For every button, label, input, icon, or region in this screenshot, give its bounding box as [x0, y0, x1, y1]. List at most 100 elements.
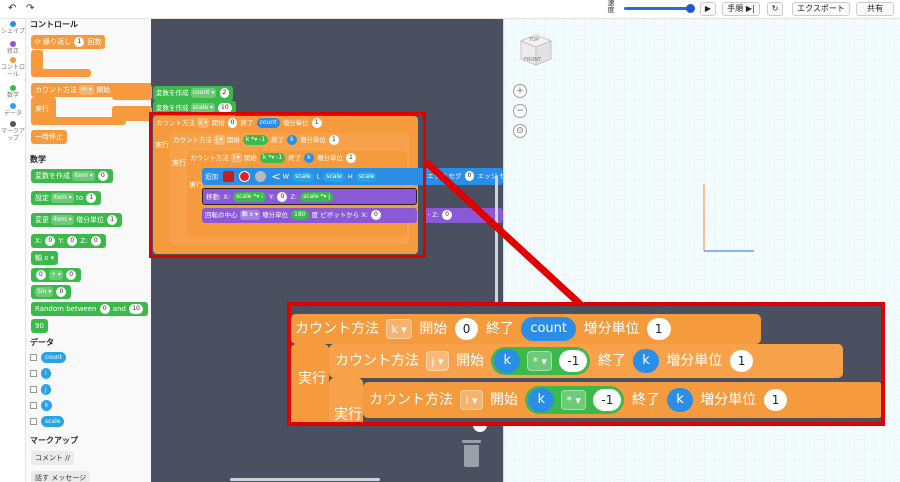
var-dropdown[interactable]: item ▾	[51, 193, 74, 203]
operator-block[interactable]: 0 + ▾ 0	[31, 268, 82, 282]
repeat-count[interactable]: 1	[74, 37, 85, 47]
category-modify[interactable]: 修正	[0, 41, 26, 55]
category-label: コントロール	[0, 64, 25, 78]
var-dropdown[interactable]: count ▾	[190, 88, 217, 98]
repeat-block[interactable]: ⟳ 繰り返し 1 回数	[31, 35, 106, 49]
block-label: カウント方法	[295, 321, 379, 337]
axis-block[interactable]: 軸 x ▾	[31, 251, 59, 265]
start-label: 開始	[96, 86, 111, 94]
reset-button[interactable]: ↻	[767, 2, 783, 16]
workspace-horizontal-scrollbar[interactable]	[230, 478, 380, 481]
value-input[interactable]: 0	[97, 171, 108, 181]
number-block[interactable]: 90	[31, 319, 48, 333]
x-input[interactable]: 0	[45, 236, 56, 246]
var-k[interactable]: k	[41, 400, 53, 411]
operator-dropdown[interactable]: + ▾	[49, 270, 64, 280]
start-expression: k * ▾ -1	[491, 347, 591, 375]
fit-view-button[interactable]: ⊙	[513, 124, 527, 138]
rotate-block-overflow: ･ Z: 0	[424, 208, 503, 223]
category-markup[interactable]: マークアップ	[0, 121, 26, 142]
redo-icon[interactable]: ↷	[26, 3, 34, 14]
start-num: -1	[593, 389, 622, 411]
start-label: 開始	[456, 353, 484, 369]
operand-a[interactable]: 0	[36, 270, 46, 280]
value-input[interactable]: 1	[107, 215, 118, 225]
var-checkbox[interactable]	[30, 418, 37, 425]
zoom-in-button[interactable]: +	[513, 84, 527, 98]
math-heading: 数学	[30, 155, 46, 164]
step-button[interactable]: 手順 ▶|	[722, 2, 760, 16]
var-dropdown[interactable]: item ▾	[72, 171, 95, 181]
loop-var-dropdown: j ▾	[426, 351, 449, 371]
share-button[interactable]: 共有	[856, 2, 894, 16]
value-input[interactable]: 1	[86, 193, 97, 203]
random-block[interactable]: Random between 0 and 10	[31, 302, 148, 316]
dropdown-value: k	[391, 323, 398, 336]
block-label: 設定	[35, 194, 49, 202]
play-icon: ▶	[704, 4, 712, 13]
zoom-callout: カウント方法 k ▾ 開始 0 終了 count 増分単位 1 実行 カウント方…	[287, 302, 885, 426]
var-i[interactable]: i	[41, 368, 51, 379]
sin-block[interactable]: Sin ▾ 0	[31, 285, 72, 299]
view-cube[interactable]: TOP FRONT	[518, 33, 554, 67]
value-input[interactable]: 2	[219, 88, 230, 98]
value-input[interactable]: 0	[99, 304, 110, 314]
undo-icon[interactable]: ↶	[8, 3, 16, 14]
speed-slider-handle[interactable]	[686, 4, 695, 13]
category-math[interactable]: 数学	[0, 85, 26, 99]
y-input[interactable]: 0	[67, 236, 78, 246]
edge-input[interactable]: 0	[464, 171, 475, 181]
comment-block[interactable]: コメント //	[31, 451, 74, 465]
create-variable-block[interactable]: 変数を作成 item ▾ 0	[31, 169, 113, 183]
zoom-outer-loop-header: カウント方法 k ▾ 開始 0 終了 count 増分単位 1	[291, 314, 761, 344]
category-label: 数学	[6, 92, 19, 99]
change-block[interactable]: 変更 item ▾ 増分単位 1	[31, 213, 123, 227]
control-dot-icon	[10, 57, 16, 63]
category-data[interactable]: データ	[0, 103, 26, 117]
var-j[interactable]: j	[41, 384, 51, 395]
operand-b[interactable]: 0	[66, 270, 77, 280]
create-count-variable-block[interactable]: 変数を作成 count ▾ 2	[153, 86, 234, 101]
end-label: 終了	[485, 321, 514, 337]
zoom-out-button[interactable]: −	[513, 104, 527, 118]
xyz-block[interactable]: X: 0 Y: 0 Z: 0	[31, 234, 106, 248]
data-dot-icon	[10, 103, 16, 109]
set-block[interactable]: 設定 item ▾ to 1	[31, 191, 102, 205]
category-shapes[interactable]: シェイプ	[0, 21, 26, 35]
end-var: k	[667, 388, 693, 412]
pivot-z-input[interactable]: 0	[442, 210, 452, 220]
var-dropdown[interactable]: item ▾	[51, 215, 74, 225]
var-checkbox[interactable]	[30, 354, 37, 361]
var-checkbox[interactable]	[30, 402, 37, 409]
z-input[interactable]: 0	[90, 236, 101, 246]
speed-label: 速度	[607, 0, 615, 14]
step-label: 増分単位	[583, 321, 640, 337]
loop-var-dropdown: k ▾	[386, 319, 412, 339]
and-label: and	[112, 305, 126, 313]
category-control[interactable]: コントロール	[0, 57, 26, 78]
function-dropdown[interactable]: Sin ▾	[35, 287, 54, 297]
pause-block[interactable]: 一時停止	[31, 130, 67, 144]
message-block[interactable]: 話す メッセージ	[31, 471, 91, 482]
var-scale[interactable]: scale	[41, 416, 65, 427]
speed-slider[interactable]	[624, 7, 690, 10]
value-input[interactable]: 0	[56, 287, 67, 297]
y-dot: ･	[427, 211, 431, 219]
dropdown-value: j	[431, 355, 435, 368]
end-var: k	[633, 349, 659, 373]
modify-dot-icon	[10, 41, 16, 47]
var-checkbox[interactable]	[30, 370, 37, 377]
msg-label: メッセージ	[51, 474, 87, 482]
var-count[interactable]: count	[41, 352, 66, 363]
export-button[interactable]: エクスポート	[792, 2, 850, 16]
count-var-dropdown[interactable]: m ▾	[79, 85, 95, 95]
var-checkbox[interactable]	[30, 386, 37, 393]
markup-dot-icon	[10, 121, 16, 127]
play-button[interactable]: ▶	[700, 2, 716, 16]
palette-overflow-block	[112, 85, 152, 100]
value-input[interactable]: 10	[129, 304, 143, 314]
end-label: 終了	[597, 353, 626, 369]
trash-icon[interactable]	[462, 440, 481, 467]
step-input: 1	[646, 318, 671, 340]
z-label: Z:	[432, 211, 439, 219]
